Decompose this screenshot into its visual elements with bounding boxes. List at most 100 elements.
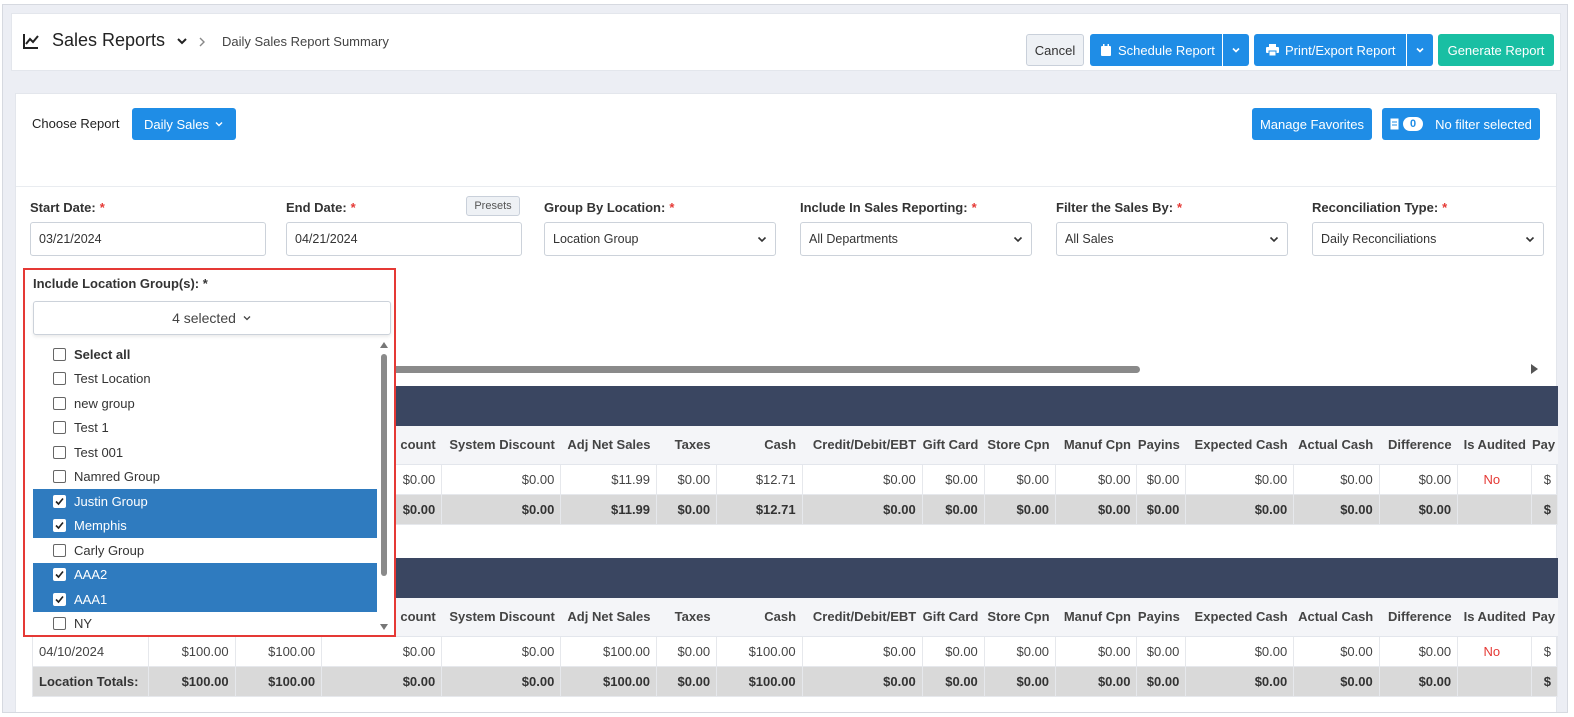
location-group-option[interactable]: Test Location — [33, 367, 377, 392]
presets-button[interactable]: Presets — [466, 196, 520, 216]
checkbox[interactable] — [53, 421, 66, 435]
location-group-option[interactable]: Carly Group — [33, 538, 377, 563]
scrollbar-thumb[interactable] — [388, 366, 1140, 373]
column-header[interactable]: Gift Card — [922, 598, 985, 637]
presets-label: Presets — [474, 200, 512, 212]
column-header[interactable]: Taxes — [656, 598, 717, 637]
dropdown-vertical-scrollbar[interactable] — [379, 340, 389, 632]
filter-sales-select[interactable]: All Sales — [1056, 222, 1288, 256]
column-header[interactable]: System Discount — [441, 598, 561, 637]
column-header[interactable]: Is Audited — [1457, 598, 1532, 637]
generate-report-button[interactable]: Generate Report — [1438, 34, 1554, 66]
location-group-option[interactable]: AAA2 — [33, 562, 377, 587]
schedule-report-button[interactable]: Schedule Report — [1090, 34, 1222, 66]
checkbox[interactable] — [53, 470, 66, 484]
column-header[interactable]: Taxes — [656, 426, 717, 465]
column-header[interactable]: Adj Net Sales — [560, 598, 657, 637]
table-cell: $0.00 — [656, 635, 718, 667]
table-cell: $100.00 — [234, 665, 323, 697]
filter-status-label: No filter selected — [1435, 116, 1532, 132]
column-header[interactable]: Gift Card — [922, 426, 985, 465]
table-cell: $0.00 — [1055, 635, 1138, 667]
table-cell: $0.00 — [1136, 463, 1187, 495]
chevron-down-icon[interactable] — [175, 34, 189, 48]
print-export-dropdown-button[interactable] — [1407, 34, 1433, 66]
page-title: Sales Reports — [52, 30, 166, 50]
checkbox[interactable] — [53, 372, 66, 386]
column-header[interactable]: Pay — [1531, 598, 1558, 637]
manage-favorites-label: Manage Favorites — [1259, 116, 1365, 132]
location-group-option[interactable]: new group — [33, 391, 377, 416]
chevron-down-icon — [215, 122, 223, 127]
column-header[interactable]: Store Cpn — [984, 598, 1056, 637]
column-header[interactable]: Difference — [1379, 426, 1458, 465]
column-header[interactable]: Adj Net Sales — [560, 426, 657, 465]
group-by-select[interactable]: Location Group — [544, 222, 776, 256]
table-cell: $100.00 — [148, 665, 236, 697]
chevron-down-icon — [1269, 236, 1279, 243]
column-header[interactable]: Actual Cash — [1293, 426, 1380, 465]
column-header[interactable]: Payins — [1136, 426, 1186, 465]
location-group-option[interactable]: Namred Group — [33, 465, 377, 490]
print-export-report-button[interactable]: Print/Export Report — [1254, 34, 1406, 66]
scroll-up-icon[interactable] — [380, 342, 388, 348]
end-date-input[interactable]: 04/21/2024 — [286, 222, 522, 256]
checkbox[interactable] — [53, 519, 66, 533]
checkbox[interactable] — [53, 347, 66, 361]
column-header[interactable]: Credit/Debit/EBT — [802, 426, 923, 465]
cancel-button[interactable]: Cancel — [1026, 34, 1084, 66]
column-header[interactable]: Cash — [716, 598, 803, 637]
table-cell — [1457, 665, 1533, 697]
table-cell: $11.99 — [560, 463, 658, 495]
end-date-label-text: End Date: — [286, 200, 347, 215]
checkbox[interactable] — [53, 568, 66, 582]
column-header[interactable]: Expected Cash — [1185, 426, 1294, 465]
column-header[interactable]: Payins — [1136, 598, 1186, 637]
checkbox[interactable] — [53, 592, 66, 606]
include-reporting-select[interactable]: All Departments — [800, 222, 1032, 256]
column-header[interactable]: Difference — [1379, 598, 1458, 637]
checkbox[interactable] — [53, 396, 66, 410]
column-header[interactable]: Is Audited — [1457, 426, 1532, 465]
column-header[interactable]: Cash — [716, 426, 803, 465]
checkbox[interactable] — [53, 543, 66, 557]
choose-report-value: Daily Sales — [143, 116, 210, 132]
table-cell: $0.00 — [983, 635, 1057, 667]
select-all-option[interactable]: Select all — [33, 342, 377, 367]
scroll-right-icon[interactable] — [1531, 364, 1538, 374]
print-export-label: Print/Export Report — [1285, 42, 1396, 58]
schedule-report-dropdown-button[interactable] — [1223, 34, 1249, 66]
reconciliation-select[interactable]: Daily Reconciliations — [1312, 222, 1544, 256]
start-date-input[interactable]: 03/21/2024 — [30, 222, 266, 256]
top-bar: Sales Reports Daily Sales Report Summary… — [11, 13, 1561, 71]
location-group-option[interactable]: Justin Group — [33, 489, 377, 514]
column-header[interactable]: Expected Cash — [1185, 598, 1294, 637]
column-header[interactable]: Manuf Cpn — [1055, 598, 1137, 637]
column-header[interactable]: Store Cpn — [984, 426, 1056, 465]
location-group-option[interactable]: Test 1 — [33, 416, 377, 441]
column-header[interactable]: Manuf Cpn — [1055, 426, 1137, 465]
scrollbar-thumb[interactable] — [381, 354, 387, 576]
checkbox[interactable] — [53, 494, 66, 508]
location-group-option[interactable]: Test 001 — [33, 440, 377, 465]
location-group-option[interactable]: AAA1 — [33, 587, 377, 612]
choose-report-dropdown[interactable]: Daily Sales — [132, 108, 236, 140]
table-cell: $0.00 — [656, 463, 718, 495]
checkbox[interactable] — [53, 445, 66, 459]
scroll-down-icon[interactable] — [380, 624, 388, 630]
location-group-multiselect[interactable]: 4 selected — [33, 301, 391, 335]
manage-favorites-button[interactable]: Manage Favorites — [1252, 108, 1372, 140]
location-group-option[interactable]: Memphis — [33, 513, 377, 538]
column-header[interactable]: Actual Cash — [1293, 598, 1380, 637]
option-label: Test 1 — [74, 420, 109, 436]
column-header[interactable]: System Discount — [441, 426, 561, 465]
location-group-option[interactable]: NY — [33, 612, 377, 637]
include-reporting-label: Include In Sales Reporting: * — [800, 200, 977, 215]
filter-button[interactable]: 0 No filter selected — [1382, 108, 1540, 140]
column-header[interactable]: Pay — [1531, 426, 1558, 465]
column-header[interactable]: Credit/Debit/EBT — [802, 598, 923, 637]
chevron-down-icon — [1013, 236, 1023, 243]
table-horizontal-scrollbar[interactable] — [388, 362, 1538, 376]
page-title-group[interactable]: Sales Reports — [22, 30, 189, 51]
checkbox[interactable] — [53, 617, 66, 631]
